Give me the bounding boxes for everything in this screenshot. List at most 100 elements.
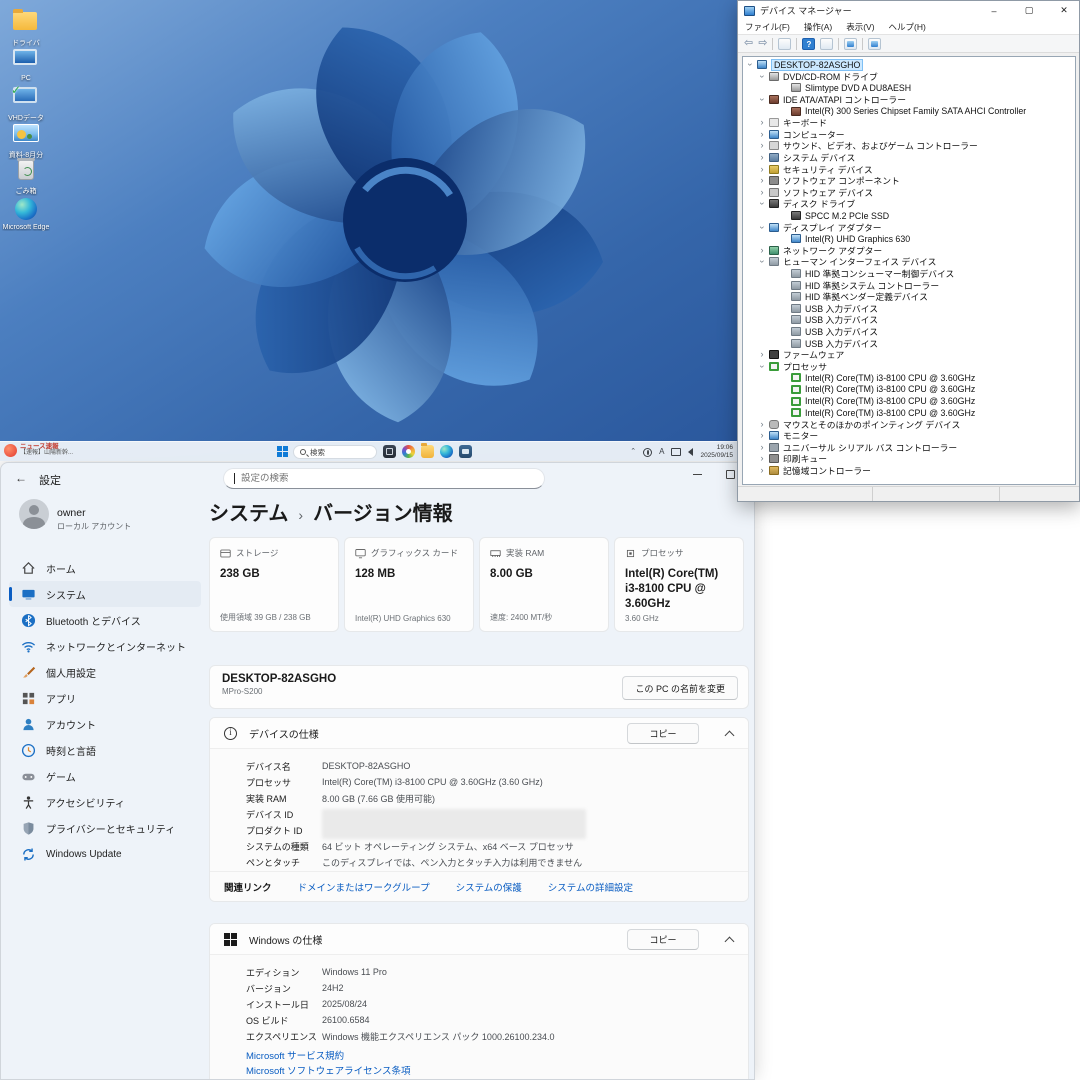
tree-item[interactable]: ›ソフトウェア デバイス [743,187,1075,199]
collapse-arrow[interactable]: › [758,96,767,104]
tree-item[interactable]: Slimtype DVD A DU8AESH [743,82,1075,94]
link-domain-workgroup[interactable]: ドメインまたはワークグループ [298,880,430,894]
taskbar-search[interactable]: 検索 [293,445,377,459]
tree-item[interactable]: ›ディスプレイ アダプター [743,221,1075,233]
tray-overflow-chevron[interactable]: ⌃ [630,448,636,455]
tree-item[interactable]: Intel(R) UHD Graphics 630 [743,233,1075,245]
console-window-icon[interactable] [778,38,791,50]
sidebar-item-accounts[interactable]: アカウント [9,711,201,737]
sidebar-item-accessibility[interactable]: アクセシビリティ [9,789,201,815]
taskbar-clock[interactable]: 19:06 2025/09/15 [700,444,733,461]
expand-arrow[interactable]: › [758,165,766,174]
sidebar-item-home[interactable]: ホーム [9,555,201,581]
sidebar-item-gaming[interactable]: ゲーム [9,763,201,789]
collapse-arrow[interactable]: › [758,72,767,80]
expand-arrow[interactable]: › [758,350,766,359]
file-explorer-icon[interactable] [421,445,434,458]
expand-arrow[interactable]: › [758,443,766,452]
copy-button[interactable]: コピー [627,723,699,744]
tree-item[interactable]: ›IDE ATA/ATAPI コントローラー [743,94,1075,106]
sidebar-item-windows-update[interactable]: Windows Update [9,841,201,867]
tree-item[interactable]: ›ヒューマン インターフェイス デバイス [743,256,1075,268]
link-ms-license[interactable]: Microsoft ソフトウェアライセンス条項 [246,1063,748,1078]
sidebar-item-personalization[interactable]: 個人用設定 [9,659,201,685]
desktop-icon-edge[interactable]: Microsoft Edge [2,196,50,231]
tree-item[interactable]: ›記憶域コントローラー [743,465,1075,477]
tree-item[interactable]: ›DVD/CD-ROM ドライブ [743,71,1075,83]
tree-item[interactable]: ›コンピューター [743,129,1075,141]
tree-item[interactable]: Intel(R) 300 Series Chipset Family SATA … [743,105,1075,117]
menu-action[interactable]: 操作(A) [804,21,832,33]
collapse-arrow[interactable]: › [758,223,767,231]
photos-app-icon[interactable] [402,445,415,458]
tree-item[interactable]: ›ディスク ドライブ [743,198,1075,210]
forward-arrow-icon[interactable]: ⇨ [758,38,767,49]
tree-item[interactable]: USB 入力デバイス [743,337,1075,349]
expand-arrow[interactable]: › [758,130,766,139]
sidebar-item-network[interactable]: ネットワークとインターネット [9,633,201,659]
sidebar-item-time-language[interactable]: 時刻と言語 [9,737,201,763]
collapse-arrow[interactable]: › [746,61,755,69]
pinned-app-icon[interactable] [459,445,472,458]
expand-arrow[interactable]: › [758,153,766,162]
collapse-arrow[interactable]: › [758,258,767,266]
expand-arrow[interactable]: › [758,118,766,127]
back-button[interactable]: ← [15,471,27,485]
menu-view[interactable]: 表示(V) [846,21,874,33]
link-advanced-settings[interactable]: システムの詳細設定 [548,880,633,894]
desktop-icon-photo[interactable]: 資料-8月分 [2,121,50,160]
tree-item[interactable]: Intel(R) Core(TM) i3-8100 CPU @ 3.60GHz [743,384,1075,396]
expand-arrow[interactable]: › [758,246,766,255]
tree-item[interactable]: ›ネットワーク アダプター [743,245,1075,257]
ime-indicator[interactable]: A [659,448,664,456]
expand-arrow[interactable]: › [758,454,766,463]
expand-arrow[interactable]: › [758,188,766,197]
device-spec-header[interactable]: デバイスの仕様 コピー [210,718,748,749]
maximize-button[interactable]: ▢ [1014,1,1044,20]
collapse-arrow[interactable]: › [758,362,767,370]
tree-item[interactable]: ›ファームウェア [743,349,1075,361]
sidebar-item-system[interactable]: システム [9,581,201,607]
expand-arrow[interactable]: › [758,141,766,150]
tree-item[interactable]: USB 入力デバイス [743,314,1075,326]
chevron-up-icon[interactable] [725,935,734,944]
properties-icon[interactable] [820,38,833,50]
display-tray-icon[interactable] [671,448,681,456]
tree-item[interactable]: Intel(R) Core(TM) i3-8100 CPU @ 3.60GHz [743,372,1075,384]
windows-spec-header[interactable]: Windows の仕様 コピー [210,924,748,955]
help-icon[interactable]: ? [802,38,815,50]
tree-item[interactable]: HID 準拠ベンダー定義デバイス [743,291,1075,303]
computer-scan-icon[interactable] [868,38,881,50]
tree-item[interactable]: USB 入力デバイス [743,326,1075,338]
back-arrow-icon[interactable]: ⇦ [744,38,753,49]
close-button[interactable]: ✕ [1049,1,1079,20]
sidebar-item-bluetooth[interactable]: Bluetooth とデバイス [9,607,201,633]
tree-item[interactable]: ›プロセッサ [743,360,1075,372]
desktop-icon-folder[interactable]: ドライバ [2,8,50,48]
user-avatar[interactable] [19,499,49,529]
tree-item[interactable]: ›モニター [743,430,1075,442]
menu-file[interactable]: ファイル(F) [745,21,790,33]
chevron-up-icon[interactable] [725,729,734,738]
sidebar-item-apps[interactable]: アプリ [9,685,201,711]
tree-item[interactable]: ›ソフトウェア コンポーネント [743,175,1075,187]
tree-item[interactable]: HID 準拠コンシューマー制御デバイス [743,268,1075,280]
desktop-icon-vhd[interactable]: VHDデータ [2,84,50,123]
device-manager-titlebar[interactable]: デバイス マネージャー – ▢ ✕ [738,1,1079,20]
tree-item[interactable]: ›サウンド、ビデオ、およびゲーム コントローラー [743,140,1075,152]
expand-arrow[interactable]: › [758,176,766,185]
tree-item[interactable]: SPCC M.2 PCIe SSD [743,210,1075,222]
scan-hardware-icon[interactable] [844,38,857,50]
sidebar-item-privacy[interactable]: プライバシーとセキュリティ [9,815,201,841]
tree-item[interactable]: Intel(R) Core(TM) i3-8100 CPU @ 3.60GHz [743,395,1075,407]
start-button[interactable] [277,446,289,458]
expand-arrow[interactable]: › [758,420,766,429]
rename-pc-button[interactable]: この PC の名前を変更 [622,676,738,700]
copy-button[interactable]: コピー [627,929,699,950]
breadcrumb-parent[interactable]: システム [209,503,288,525]
expand-arrow[interactable]: › [758,431,766,440]
minimize-button[interactable]: – [979,1,1009,20]
expand-arrow[interactable]: › [758,466,766,475]
tree-item[interactable]: ›DESKTOP-82ASGHO [743,59,1075,71]
tree-item[interactable]: HID 準拠システム コントローラー [743,279,1075,291]
